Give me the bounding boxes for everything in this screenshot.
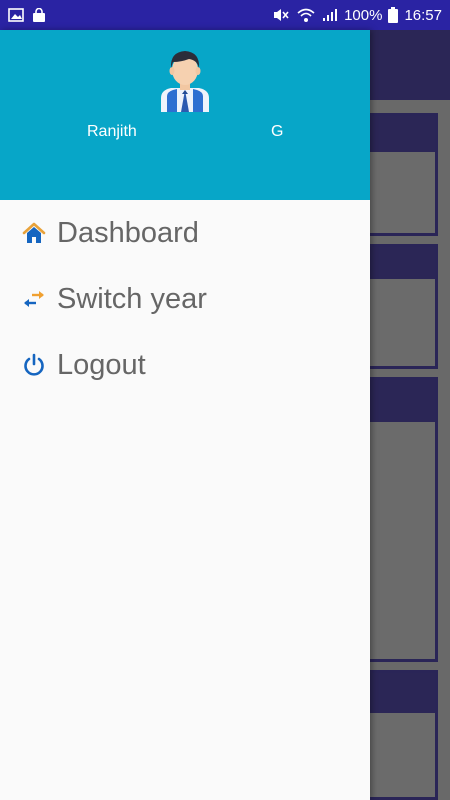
avatar (161, 51, 209, 112)
battery-icon (388, 7, 399, 23)
menu-item-dashboard[interactable]: Dashboard (0, 200, 370, 266)
wifi-icon (296, 7, 316, 23)
navigation-drawer: Ranjith G Dashboard Switch year Logout (0, 30, 370, 800)
power-icon (21, 352, 47, 378)
home-icon (21, 220, 47, 246)
menu-item-switch-year[interactable]: Switch year (0, 266, 370, 332)
background-app (370, 30, 450, 800)
menu-item-label: Switch year (57, 282, 207, 315)
menu-item-logout[interactable]: Logout (0, 332, 370, 398)
image-icon (8, 8, 24, 22)
background-card (370, 113, 438, 236)
menu-item-label: Logout (57, 348, 146, 381)
drawer-header: Ranjith G (0, 30, 370, 200)
shopping-bag-icon (32, 7, 46, 23)
battery-percent: 100% (344, 6, 383, 24)
clock: 16:57 (404, 6, 442, 24)
background-card (370, 377, 438, 662)
swap-arrows-icon (21, 286, 47, 312)
background-card (370, 670, 438, 800)
signal-icon (322, 8, 338, 22)
user-last-name: G (271, 123, 284, 140)
status-bar: 100% 16:57 (0, 0, 450, 30)
background-card (370, 244, 438, 369)
drawer-menu: Dashboard Switch year Logout (0, 200, 370, 398)
user-first-name: Ranjith (87, 123, 137, 140)
background-toolbar (370, 30, 450, 100)
menu-item-label: Dashboard (57, 216, 199, 249)
mute-icon (272, 7, 290, 23)
